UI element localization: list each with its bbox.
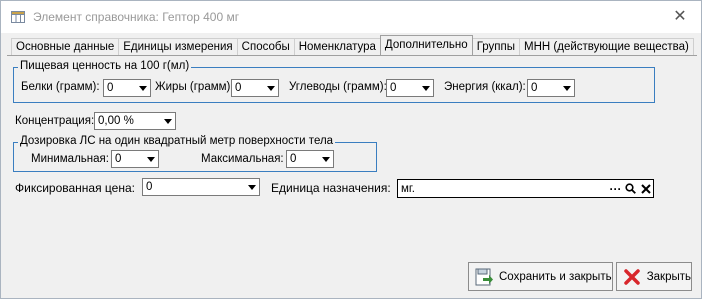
fixed-price-select[interactable]: 0 xyxy=(142,178,260,196)
close-label: Закрыть xyxy=(646,270,691,283)
save-icon xyxy=(473,266,495,288)
search-icon[interactable] xyxy=(623,180,638,197)
carbs-label: Углеводы (грамм): xyxy=(289,81,387,93)
tab-inn[interactable]: МНН (действующие вещества) xyxy=(519,38,694,55)
chevron-down-icon xyxy=(161,113,175,129)
tab-units[interactable]: Единицы измерения xyxy=(118,38,238,55)
dosage-min-select[interactable]: 0 xyxy=(111,150,159,168)
unit-field[interactable]: мг. ··· xyxy=(397,179,654,198)
more-icon[interactable]: ··· xyxy=(608,180,623,197)
dosage-group-title: Дозировка ЛС на один квадратный метр пов… xyxy=(18,135,336,147)
window-title: Элемент справочника: Гептор 400 мг xyxy=(33,10,240,24)
tab-methods[interactable]: Способы xyxy=(236,38,295,55)
chevron-down-icon xyxy=(136,80,150,96)
fat-label: Жиры (грамм): xyxy=(155,81,234,93)
unit-label: Единица назначения: xyxy=(271,181,391,195)
tab-main-data[interactable]: Основные данные xyxy=(11,38,120,55)
dialog-window: Элемент справочника: Гептор 400 мг ✕ Осн… xyxy=(0,0,702,299)
table-icon xyxy=(11,11,25,23)
fixed-price-label: Фиксированная цена: xyxy=(15,181,135,195)
chevron-down-icon xyxy=(419,80,433,96)
close-window-icon[interactable]: ✕ xyxy=(669,6,691,28)
dosage-min-label: Минимальная: xyxy=(31,153,109,165)
close-icon xyxy=(621,266,643,288)
protein-select[interactable]: 0 xyxy=(103,79,151,97)
concentration-select[interactable]: 0,00 % xyxy=(94,112,176,130)
dosage-max-select[interactable]: 0 xyxy=(286,150,334,168)
chevron-down-icon xyxy=(144,151,158,167)
save-and-close-label: Сохранить и закрыть xyxy=(499,270,612,283)
tab-nomenclature[interactable]: Номенклатура xyxy=(293,38,381,55)
fat-select[interactable]: 0 xyxy=(231,79,279,97)
energy-select[interactable]: 0 xyxy=(527,79,575,97)
chevron-down-icon xyxy=(560,80,574,96)
nutrition-group-title: Пищевая ценность на 100 г(мл) xyxy=(18,60,192,72)
save-and-close-button[interactable]: Сохранить и закрыть xyxy=(468,262,613,291)
close-button[interactable]: Закрыть xyxy=(616,262,692,291)
tab-groups[interactable]: Группы xyxy=(471,38,521,55)
chevron-down-icon xyxy=(319,151,333,167)
carbs-select[interactable]: 0 xyxy=(386,79,434,97)
tab-bar: Основные данные Единицы измерения Способ… xyxy=(11,35,694,55)
title-bar: Элемент справочника: Гептор 400 мг ✕ xyxy=(1,1,701,33)
chevron-down-icon xyxy=(264,80,278,96)
concentration-label: Концентрация: xyxy=(15,115,95,127)
energy-label: Энергия (ккал): xyxy=(444,81,526,93)
clear-icon[interactable] xyxy=(638,180,653,197)
dosage-max-label: Максимальная: xyxy=(201,153,284,165)
tab-additional[interactable]: Дополнительно xyxy=(379,35,473,55)
chevron-down-icon xyxy=(245,179,259,195)
protein-label: Белки (грамм): xyxy=(21,81,100,93)
